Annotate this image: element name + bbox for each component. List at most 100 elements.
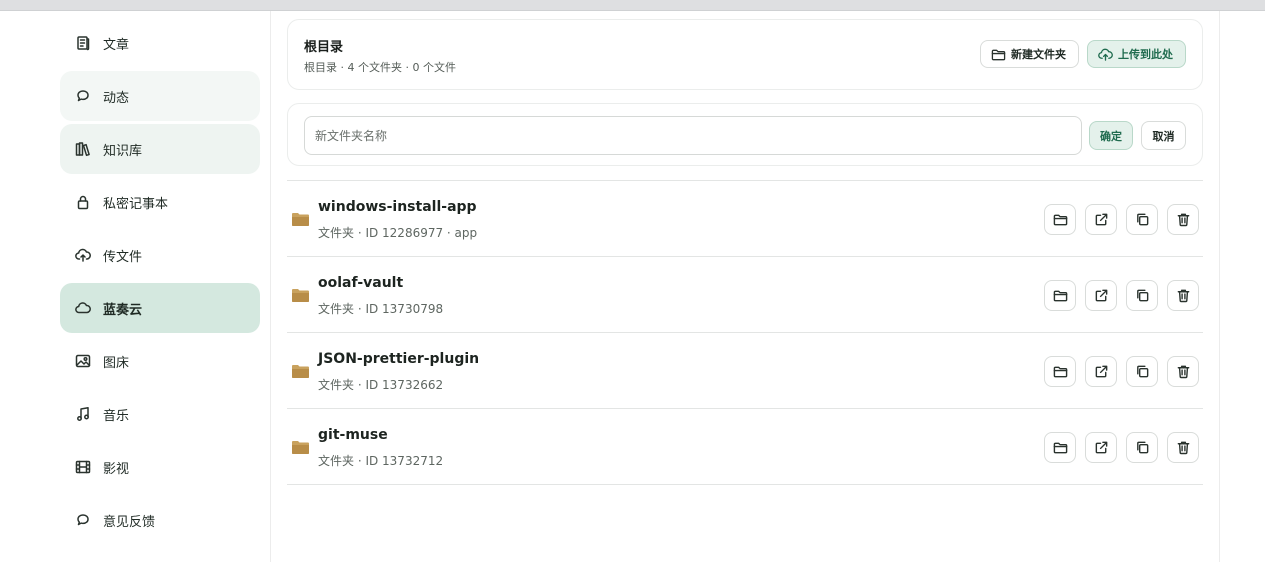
copy-button[interactable] [1126,356,1158,387]
browser-top-bar [0,0,1265,11]
folder-icon [292,441,309,454]
folder-meta: 文件夹 · ID 13732662 [318,378,444,392]
row-actions [1044,356,1199,387]
folder-row[interactable]: git-muse 文件夹 · ID 13732712 [287,409,1203,485]
sidebar-divider [270,11,271,562]
content-right-divider [1219,11,1220,562]
sidebar-item-feedback[interactable]: 意见反馈 [60,495,260,545]
books-icon [74,140,92,158]
sidebar-item-label: 意见反馈 [103,514,156,530]
open-folder-button[interactable] [1044,280,1076,311]
sidebar-item-article[interactable]: 文章 [60,18,260,68]
image-icon [74,352,92,370]
folder-name[interactable]: git-muse [318,427,388,443]
folder-icon [292,289,309,302]
cloud-upload-icon [74,246,92,264]
open-folder-button[interactable] [1044,204,1076,235]
trash-icon [1177,441,1189,455]
sidebar-item-image-host[interactable]: 图床 [60,336,260,386]
music-icon [74,405,92,423]
share-link-button[interactable] [1085,432,1117,463]
folder-icon [292,213,309,226]
cloud-icon [74,299,92,317]
sidebar-item-private-notes[interactable]: 私密记事本 [60,177,260,227]
sidebar-item-label: 音乐 [103,408,130,424]
folder-name-input[interactable] [304,116,1082,155]
sidebar-item-lanzou-cloud[interactable]: 蓝奏云 [60,283,260,333]
sidebar-item-knowledge-base[interactable]: 知识库 [60,124,260,174]
share-link-button[interactable] [1085,356,1117,387]
copy-icon [1136,365,1148,378]
new-folder-form: 确定 取消 [287,103,1203,166]
external-link-icon [1095,289,1107,302]
feedback-icon [74,511,92,529]
folder-icon [991,49,1006,60]
cancel-button[interactable]: 取消 [1141,121,1186,150]
upload-here-label: 上传到此处 [1118,48,1173,61]
folder-open-icon [1053,290,1067,302]
sidebar-item-label: 文章 [103,37,130,53]
copy-button[interactable] [1126,204,1158,235]
copy-icon [1136,213,1148,226]
sidebar-item-label: 影视 [103,461,130,477]
sidebar-item-music[interactable]: 音乐 [60,389,260,439]
folder-row[interactable]: JSON-prettier-plugin 文件夹 · ID 13732662 [287,333,1203,409]
copy-icon [1136,441,1148,454]
folder-meta: 文件夹 · ID 13732712 [318,454,444,468]
open-folder-button[interactable] [1044,356,1076,387]
share-link-button[interactable] [1085,204,1117,235]
trash-icon [1177,213,1189,227]
breadcrumb-summary: 根目录 · 4 个文件夹 · 0 个文件 [304,61,456,74]
page-title: 根目录 [304,40,344,55]
lock-icon [74,193,92,211]
folder-row[interactable]: windows-install-app 文件夹 · ID 12286977 · … [287,181,1203,257]
new-folder-button[interactable]: 新建文件夹 [980,40,1079,68]
folder-list: windows-install-app 文件夹 · ID 12286977 · … [287,180,1203,485]
chat-bubble-icon [74,87,92,105]
trash-icon [1177,289,1189,303]
upload-here-button[interactable]: 上传到此处 [1087,40,1186,68]
row-actions [1044,280,1199,311]
delete-button[interactable] [1167,204,1199,235]
sidebar-item-transfer-files[interactable]: 传文件 [60,230,260,280]
folder-name[interactable]: windows-install-app [318,199,477,215]
sidebar: 文章 动态 知识库 私密记事本 传文件 蓝奏云 图床 音乐 影视 意见反馈 [60,18,260,548]
open-folder-button[interactable] [1044,432,1076,463]
copy-button[interactable] [1126,432,1158,463]
sidebar-item-moments[interactable]: 动态 [60,71,260,121]
article-icon [74,34,92,52]
folder-icon [292,365,309,378]
folder-open-icon [1053,366,1067,378]
trash-icon [1177,365,1189,379]
sidebar-item-label: 传文件 [103,249,143,265]
sidebar-item-label: 蓝奏云 [103,302,143,318]
external-link-icon [1095,365,1107,378]
new-folder-label: 新建文件夹 [1011,48,1066,61]
cloud-upload-icon [1098,48,1113,61]
external-link-icon [1095,213,1107,226]
folder-name[interactable]: oolaf-vault [318,275,403,291]
row-actions [1044,432,1199,463]
directory-header: 根目录 根目录 · 4 个文件夹 · 0 个文件 新建文件夹 上传到此处 [287,19,1203,90]
folder-name[interactable]: JSON-prettier-plugin [318,351,479,367]
sidebar-item-label: 私密记事本 [103,196,169,212]
row-actions [1044,204,1199,235]
folder-meta: 文件夹 · ID 12286977 · app [318,226,478,240]
share-link-button[interactable] [1085,280,1117,311]
delete-button[interactable] [1167,280,1199,311]
folder-meta: 文件夹 · ID 13730798 [318,302,444,316]
sidebar-item-label: 图床 [103,355,130,371]
external-link-icon [1095,441,1107,454]
confirm-button[interactable]: 确定 [1089,121,1133,150]
sidebar-item-label: 知识库 [103,143,143,159]
folder-open-icon [1053,442,1067,454]
delete-button[interactable] [1167,356,1199,387]
sidebar-item-label: 动态 [103,90,130,106]
folder-open-icon [1053,214,1067,226]
folder-row[interactable]: oolaf-vault 文件夹 · ID 13730798 [287,257,1203,333]
delete-button[interactable] [1167,432,1199,463]
copy-icon [1136,289,1148,302]
copy-button[interactable] [1126,280,1158,311]
sidebar-item-movies[interactable]: 影视 [60,442,260,492]
film-icon [74,458,92,476]
